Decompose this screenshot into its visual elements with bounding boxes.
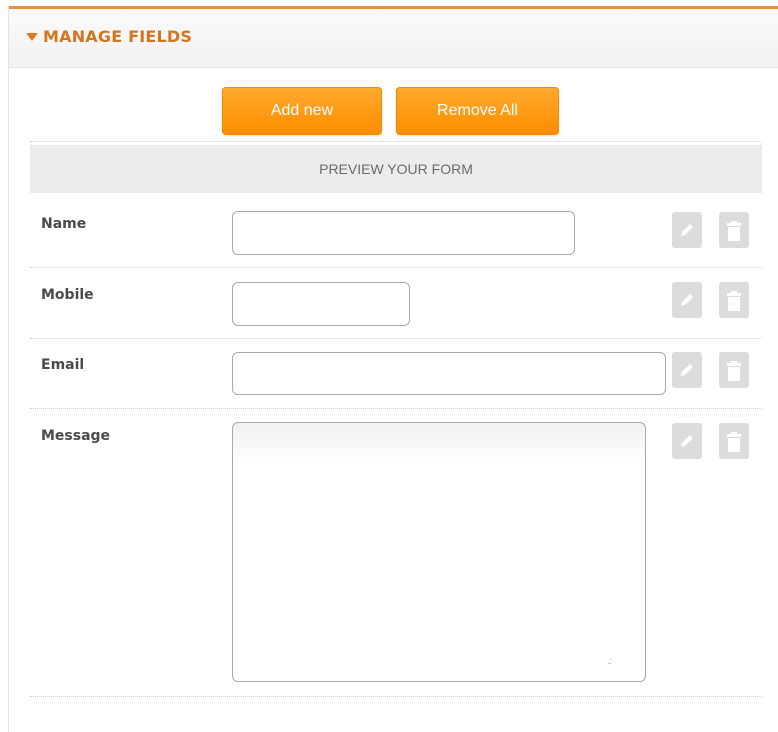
divider xyxy=(30,141,762,142)
pencil-icon xyxy=(681,294,693,306)
delete-email-button[interactable] xyxy=(719,352,749,388)
edit-message-button[interactable] xyxy=(672,423,702,459)
divider xyxy=(30,338,762,339)
field-label-name: Name xyxy=(41,216,87,232)
delete-mobile-button[interactable] xyxy=(719,282,749,318)
edit-name-button[interactable] xyxy=(672,212,702,248)
resize-grip-icon[interactable]: .: xyxy=(607,656,611,667)
add-new-button[interactable]: Add new xyxy=(222,87,382,135)
trash-icon xyxy=(727,432,741,452)
pencil-icon xyxy=(681,224,693,236)
field-label-mobile: Mobile xyxy=(41,287,94,303)
trash-icon xyxy=(727,291,741,311)
divider xyxy=(30,408,762,409)
pencil-icon xyxy=(681,435,693,447)
mobile-input[interactable] xyxy=(232,282,410,326)
message-textarea[interactable]: .: xyxy=(232,422,646,682)
divider xyxy=(30,267,762,268)
field-label-message: Message xyxy=(41,428,111,444)
field-label-email: Email xyxy=(41,357,85,373)
panel-title: MANAGE FIELDS xyxy=(43,27,193,46)
name-input[interactable] xyxy=(232,211,575,255)
divider xyxy=(30,696,762,697)
preview-heading: PREVIEW YOUR FORM xyxy=(30,145,762,193)
caret-down-icon[interactable] xyxy=(26,33,38,41)
remove-all-button[interactable]: Remove All xyxy=(396,87,559,135)
email-input[interactable] xyxy=(232,352,666,395)
panel-header[interactable]: MANAGE FIELDS xyxy=(9,6,778,68)
edit-mobile-button[interactable] xyxy=(672,282,702,318)
delete-name-button[interactable] xyxy=(719,212,749,248)
edit-email-button[interactable] xyxy=(672,352,702,388)
pencil-icon xyxy=(681,364,693,376)
trash-icon xyxy=(727,361,741,381)
delete-message-button[interactable] xyxy=(719,423,749,459)
trash-icon xyxy=(727,221,741,241)
